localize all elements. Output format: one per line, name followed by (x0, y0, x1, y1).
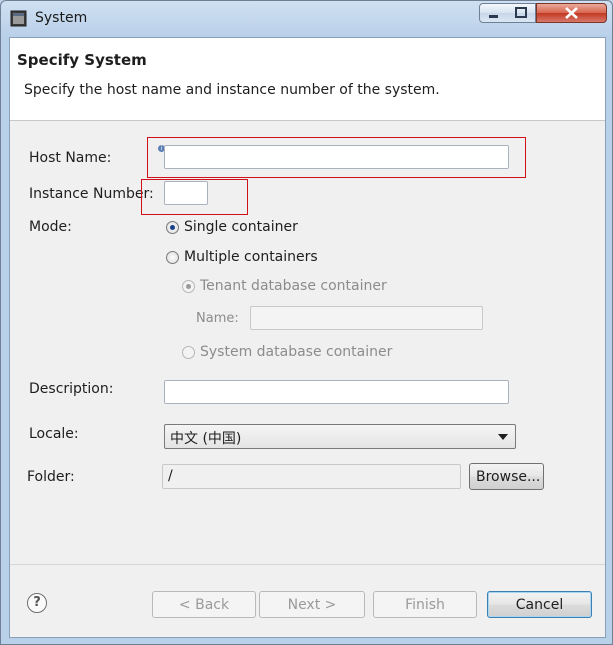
host-name-highlight-box (147, 137, 526, 178)
description-label: Description: (29, 381, 114, 397)
tenant-database-radio[interactable] (182, 280, 195, 293)
tenant-name-input[interactable] (250, 306, 483, 330)
instance-number-highlight-box (141, 179, 248, 215)
folder-label: Folder: (27, 469, 75, 485)
close-button[interactable] (536, 3, 607, 23)
next-button[interactable]: Next > (259, 591, 365, 618)
system-database-radio[interactable] (182, 346, 195, 359)
single-container-label[interactable]: Single container (184, 219, 298, 235)
tenant-database-label: Tenant database container (200, 278, 387, 294)
maximize-button[interactable] (507, 3, 536, 23)
chevron-down-icon (498, 434, 508, 440)
back-button[interactable]: < Back (152, 591, 256, 618)
mode-label: Mode: (29, 219, 72, 235)
browse-button[interactable]: Browse... (469, 463, 544, 490)
close-icon (565, 7, 578, 19)
dialog-window: System Specify System Specify the host n… (0, 0, 613, 645)
system-database-label: System database container (200, 344, 393, 360)
locale-label: Locale: (29, 426, 79, 442)
eclipse-window-icon (10, 10, 27, 27)
cancel-button[interactable]: Cancel (487, 591, 592, 618)
multiple-containers-radio[interactable] (166, 251, 179, 264)
help-icon[interactable]: ? (27, 593, 47, 613)
host-name-label: Host Name: (29, 150, 112, 166)
dialog-client-area: Specify System Specify the host name and… (9, 37, 606, 638)
multiple-containers-label[interactable]: Multiple containers (184, 249, 318, 265)
single-container-radio[interactable] (166, 221, 179, 234)
description-input[interactable] (164, 380, 509, 404)
folder-value: / (168, 468, 173, 484)
finish-button[interactable]: Finish (373, 591, 477, 618)
instance-number-label: Instance Number: (29, 186, 154, 202)
folder-field: / (162, 464, 461, 489)
minimize-button[interactable] (479, 3, 508, 23)
name-label: Name: (196, 311, 239, 326)
locale-dropdown[interactable]: 中文 (中国) (164, 424, 516, 449)
title-bar: System (1, 1, 612, 37)
minimize-icon (489, 15, 498, 18)
maximize-icon (515, 7, 527, 18)
wizard-banner: Specify System Specify the host name and… (10, 38, 605, 121)
page-title: Specify System (17, 51, 147, 69)
page-description: Specify the host name and instance numbe… (24, 82, 440, 98)
button-bar-separator (10, 564, 605, 565)
window-title: System (35, 10, 88, 26)
locale-selected-value: 中文 (中国) (170, 431, 242, 447)
